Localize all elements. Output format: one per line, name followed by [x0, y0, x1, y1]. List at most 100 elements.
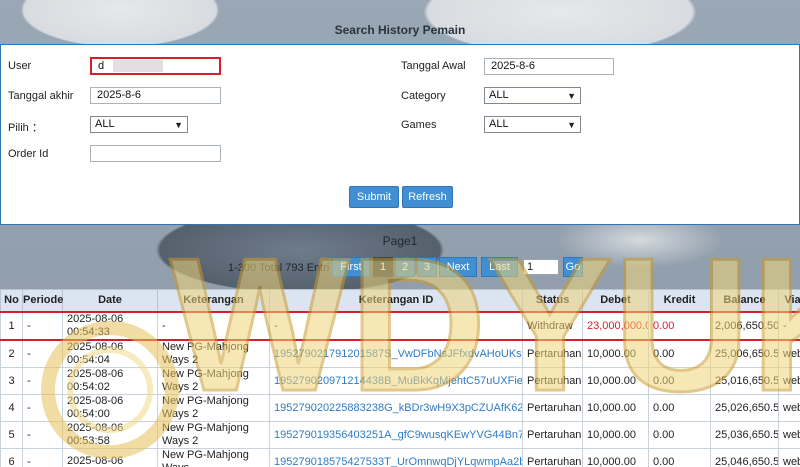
cell-kredit: 0.00: [648, 339, 711, 368]
cell-keterangan: New PG-Mahjong Ways 2: [157, 420, 270, 449]
user-input[interactable]: d: [90, 57, 221, 75]
games-label: Games: [401, 119, 437, 131]
page-1-button[interactable]: 1: [373, 257, 393, 277]
cell-debet: 10,000.00: [582, 366, 649, 395]
next-page-button[interactable]: Next: [439, 257, 477, 277]
cell-kredit: 0.00: [648, 420, 711, 449]
cell-keterangan: New PG-Mahjong Ways 2: [157, 366, 270, 395]
col-via[interactable]: Via: [778, 289, 800, 312]
table-row[interactable]: 3 - 2025-08-06 00:54:02 New PG-Mahjong W…: [0, 366, 800, 395]
cell-keterangan-id-link[interactable]: 195279020971214438B_MuBkKqMjehtC57uUXFie…: [269, 366, 523, 395]
cell-keterangan-id-link[interactable]: 195279018575427533T_UrOmnwqDjYLqwmpAa2bo…: [269, 447, 523, 467]
category-label: Category: [401, 90, 446, 102]
cell-periode: -: [22, 366, 63, 395]
cell-status: Pertaruhan: [522, 339, 583, 368]
cell-no: 2: [0, 339, 23, 368]
cell-no: 6: [0, 447, 23, 467]
entries-info: 1-300 Total 793 Entri: [228, 262, 330, 274]
cell-status: Withdraw: [522, 310, 583, 341]
cell-balance: 25,016,650.50: [710, 366, 779, 395]
last-page-button[interactable]: Last: [481, 257, 518, 277]
cell-kredit: 0.00: [648, 366, 711, 395]
user-input-value: d: [98, 60, 105, 72]
col-periode[interactable]: Periode: [22, 289, 63, 312]
cell-keterangan-id-link[interactable]: 195279019356403251A_gfC9wusqKEwYVG44Bn7y…: [269, 420, 523, 449]
col-keterangan-id[interactable]: Keterangan ID: [269, 289, 523, 312]
col-date[interactable]: Date: [62, 289, 158, 312]
page-2-button[interactable]: 2: [395, 257, 415, 277]
cell-keterangan-id-link[interactable]: 195279021791201587S_VwDFbNsJFfxdvAHoUKsp…: [269, 339, 523, 368]
table-row[interactable]: 4 - 2025-08-06 00:54:00 New PG-Mahjong W…: [0, 393, 800, 422]
cell-via: web: [778, 393, 800, 422]
cell-status: Pertaruhan: [522, 366, 583, 395]
col-status[interactable]: Status: [522, 289, 583, 312]
page-title: Search History Pemain: [334, 23, 466, 37]
cell-periode: -: [22, 420, 63, 449]
games-select[interactable]: ALL ▼: [484, 116, 581, 133]
tanggal-akhir-input[interactable]: 2025-8-6: [90, 87, 221, 104]
pilih-select-value: ALL: [95, 118, 115, 130]
page-3-button[interactable]: 3: [417, 257, 437, 277]
cell-no: 4: [0, 393, 23, 422]
cell-via: -: [778, 310, 800, 341]
cell-date: 2025-08-06 00:54:04: [62, 339, 158, 368]
cell-via: web: [778, 447, 800, 467]
cell-debet: 23,000,000.00: [582, 310, 649, 341]
col-balance[interactable]: Balance: [710, 289, 779, 312]
cell-via: web: [778, 420, 800, 449]
col-kredit[interactable]: Kredit: [648, 289, 711, 312]
cell-kredit: 0.00: [648, 447, 711, 467]
cell-debet: 10,000.00: [582, 447, 649, 467]
submit-button[interactable]: Submit: [349, 186, 399, 208]
history-table: No Periode Date Keterangan Keterangan ID…: [0, 289, 800, 467]
order-id-input[interactable]: [90, 145, 221, 162]
cell-status: Pertaruhan: [522, 420, 583, 449]
cell-via: web: [778, 366, 800, 395]
games-select-value: ALL: [489, 118, 509, 130]
cell-balance: 25,006,650.50: [710, 339, 779, 368]
first-page-button[interactable]: First: [332, 257, 370, 277]
order-id-label: Order Id: [8, 148, 49, 160]
refresh-button[interactable]: Refresh: [402, 186, 453, 208]
table-row[interactable]: 5 - 2025-08-06 00:53:58 New PG-Mahjong W…: [0, 420, 800, 449]
cell-date: 2025-08-06 00:54:00: [62, 393, 158, 422]
redacted-box: [113, 60, 164, 73]
table-header-row: No Periode Date Keterangan Keterangan ID…: [0, 289, 800, 312]
cell-balance: 25,036,650.50: [710, 420, 779, 449]
table-row[interactable]: 2 - 2025-08-06 00:54:04 New PG-Mahjong W…: [0, 339, 800, 368]
cell-keterangan-id: -: [269, 310, 523, 341]
col-debet[interactable]: Debet: [582, 289, 649, 312]
page-number-input[interactable]: 1: [523, 259, 559, 275]
cell-no: 3: [0, 366, 23, 395]
user-label: User: [8, 60, 32, 72]
col-no[interactable]: No: [0, 289, 23, 312]
table-row[interactable]: 1 - 2025-08-06 00:54:33 - - Withdraw 23,…: [0, 310, 800, 341]
cell-periode: -: [22, 339, 63, 368]
category-select-value: ALL: [489, 89, 509, 101]
cell-status: Pertaruhan: [522, 447, 583, 467]
cell-keterangan: New PG-Mahjong Ways: [157, 447, 270, 467]
cell-keterangan-id-link[interactable]: 195279020225883238G_kBDr3wH9X3pCZUAfK62Q…: [269, 393, 523, 422]
chevron-down-icon: ▼: [567, 120, 576, 130]
cell-periode: -: [22, 393, 63, 422]
go-button[interactable]: Go: [563, 257, 583, 277]
cell-periode: -: [22, 310, 63, 341]
cell-periode: -: [22, 447, 63, 467]
cell-kredit: 0.00: [648, 310, 711, 341]
cell-no: 5: [0, 420, 23, 449]
category-select[interactable]: ALL ▼: [484, 87, 581, 104]
cell-keterangan: New PG-Mahjong Ways 2: [157, 339, 270, 368]
cell-balance: 25,026,650.50: [710, 393, 779, 422]
chevron-down-icon: ▼: [174, 120, 183, 130]
search-form-panel: User d Tanggal Awal 2025-8-6 Tanggal akh…: [0, 44, 800, 225]
cell-debet: 10,000.00: [582, 339, 649, 368]
pilih-select[interactable]: ALL ▼: [90, 116, 188, 133]
tanggal-akhir-label: Tanggal akhir: [8, 90, 74, 102]
tanggal-awal-label: Tanggal Awal: [401, 60, 466, 72]
cell-status: Pertaruhan: [522, 393, 583, 422]
table-row[interactable]: 6 - 2025-08-06 New PG-Mahjong Ways 19527…: [0, 447, 800, 467]
cell-date: 2025-08-06 00:53:58: [62, 420, 158, 449]
tanggal-awal-input[interactable]: 2025-8-6: [484, 58, 614, 75]
col-keterangan[interactable]: Keterangan: [157, 289, 270, 312]
cell-date: 2025-08-06 00:54:02: [62, 366, 158, 395]
